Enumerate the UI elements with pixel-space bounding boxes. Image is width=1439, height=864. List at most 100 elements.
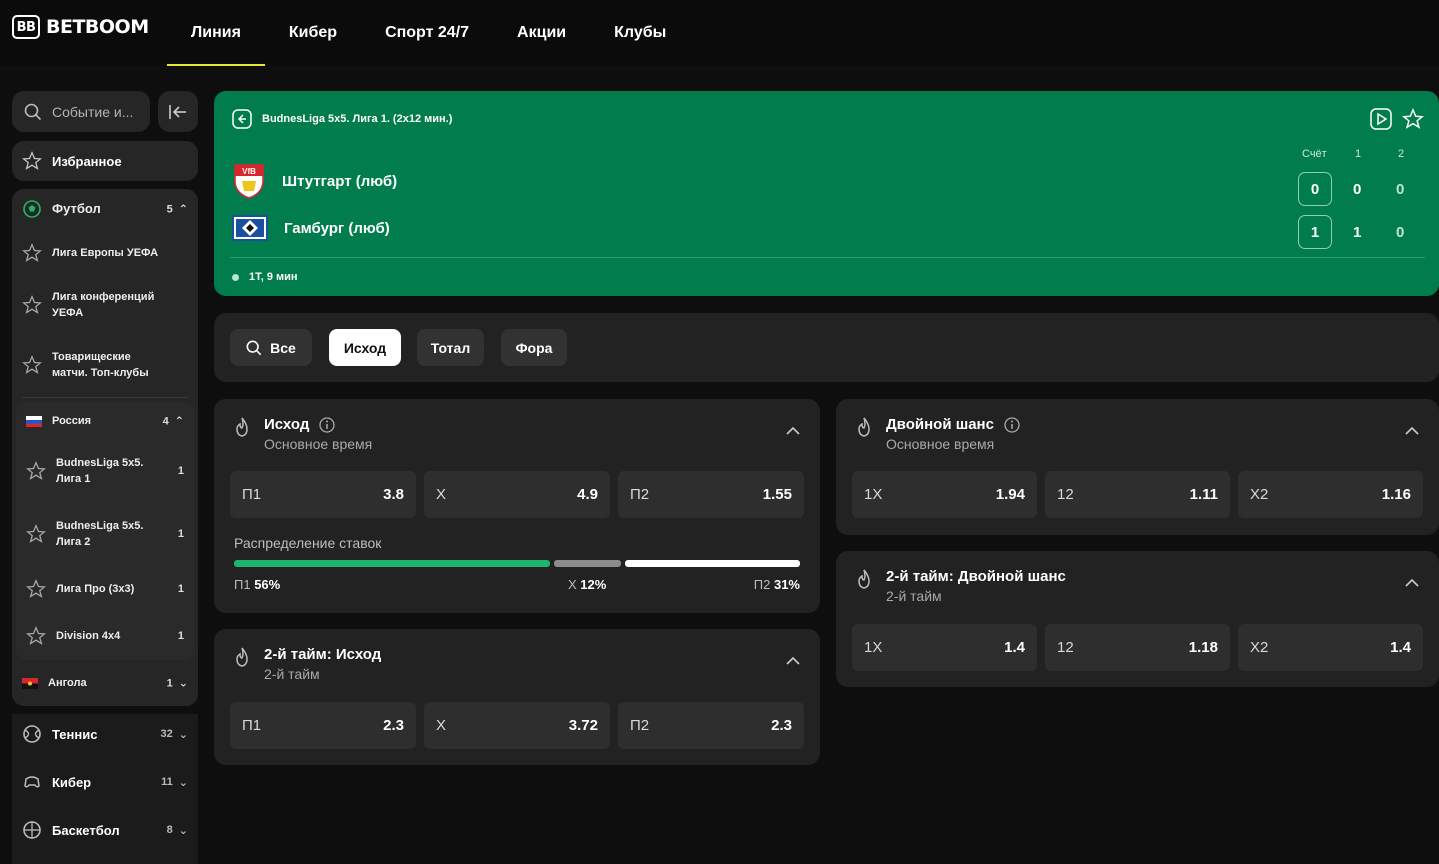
sidebar-item-friendlies[interactable]: Товарищеские матчи. Топ-клубы: [12, 333, 198, 397]
home-period2-score: 0: [1396, 181, 1405, 198]
odd-value: 1.18: [1188, 639, 1218, 656]
odd-name: 12: [1057, 486, 1074, 503]
market-filters: Все Исход Тотал Фора: [214, 313, 1439, 382]
brand-logo[interactable]: BB BETBOOM: [12, 15, 149, 39]
odd-p2[interactable]: П2 2.3: [618, 702, 804, 749]
play-icon[interactable]: [1370, 108, 1392, 130]
logo-mark: BB: [12, 15, 40, 39]
odd-x[interactable]: X 3.72: [424, 702, 610, 749]
odd-value: 3.72: [568, 717, 598, 734]
market-subtitle: 2-й тайм: [886, 588, 942, 604]
odd-12[interactable]: 12 1.11: [1045, 471, 1230, 518]
sidebar-item-budnes-1[interactable]: BudnesLiga 5x5. Лига 1 1: [16, 440, 194, 502]
fire-icon: [236, 417, 248, 437]
distribution-x: X 12%: [568, 577, 606, 592]
dist-pct: 56%: [254, 577, 281, 592]
odd-p2[interactable]: П2 1.55: [618, 471, 804, 518]
star-icon: [26, 524, 46, 543]
filter-handicap[interactable]: Фора: [501, 329, 567, 366]
market-subtitle: Основное время: [264, 436, 373, 452]
nav-item-sport247[interactable]: Спорт 24/7: [361, 0, 493, 66]
sidebar-item-division[interactable]: Division 4x4 1: [16, 612, 194, 660]
sidebar-item-label: Ангола: [48, 677, 87, 689]
filter-all[interactable]: Все: [230, 329, 312, 366]
odd-value: 4.9: [577, 486, 598, 503]
top-bar: BB BETBOOM Линия Кибер Спорт 24/7 Акции …: [0, 0, 1439, 66]
chevron-down-icon: ⌄: [178, 776, 188, 789]
nav-item-clubs[interactable]: Клубы: [590, 0, 690, 66]
filter-outcome[interactable]: Исход: [329, 329, 401, 366]
odd-x2[interactable]: X2 1.4: [1238, 624, 1423, 671]
chevron-up-icon[interactable]: [1405, 426, 1419, 436]
odd-x[interactable]: X 4.9: [424, 471, 610, 518]
sidebar-item-tennis[interactable]: Теннис 32 ⌄: [12, 710, 198, 758]
chevron-up-icon: ⌃: [174, 415, 184, 428]
russia-count: 4: [162, 415, 169, 427]
odd-x2[interactable]: X2 1.16: [1238, 471, 1423, 518]
match-status: 1Т, 9 мин: [232, 271, 298, 283]
odd-p1[interactable]: П1 2.3: [230, 702, 416, 749]
odd-name: 12: [1057, 639, 1074, 656]
main-nav: Линия Кибер Спорт 24/7 Акции Клубы: [167, 0, 690, 66]
odd-name: X: [436, 717, 447, 734]
angola-flag-icon: [22, 677, 38, 689]
star-icon: [22, 243, 42, 262]
odd-name: 1X: [864, 486, 883, 503]
odd-1x[interactable]: 1X 1.94: [852, 471, 1037, 518]
sidebar-item-label: BudnesLiga 5x5. Лига 2: [56, 520, 144, 548]
sidebar-item-label: Баскетбол: [52, 822, 120, 838]
sidebar-item-label: Лига Европы УЕФА: [52, 247, 159, 259]
match-card: BudnesLiga 5x5. Лига 1. (2х12 мин.) Счёт…: [214, 91, 1439, 296]
chevron-down-icon: ⌄: [178, 728, 188, 741]
odd-12[interactable]: 12 1.18: [1045, 624, 1230, 671]
gamepad-icon: [24, 776, 40, 788]
sidebar-item-basketball[interactable]: Баскетбол 8 ⌄: [12, 806, 198, 854]
hamburg-crest-icon: [232, 215, 268, 241]
odd-1x[interactable]: 1X 1.4: [852, 624, 1037, 671]
sidebar-item-conference[interactable]: Лига конференций УЕФА: [12, 277, 198, 333]
item-count: 1: [177, 528, 184, 540]
period1-header: 1: [1355, 148, 1362, 160]
sidebar: Событие и... Избранное Футбол 5 ⌃ Лига Ев…: [12, 91, 198, 854]
market-outcome: Исход Основное время П1 3.8 X 4.9 П2 1.55 Р…: [214, 399, 820, 613]
sidebar-item-label: Лига конференций УЕФА: [52, 291, 155, 319]
star-icon: [22, 151, 42, 170]
sidebar-item-cyber[interactable]: Кибер 11 ⌄: [12, 758, 198, 806]
info-icon[interactable]: [319, 416, 336, 433]
item-count: 1: [177, 465, 184, 477]
odd-name: X: [436, 486, 447, 503]
favorites-item[interactable]: Избранное: [12, 141, 198, 181]
search-input[interactable]: Событие и...: [12, 91, 150, 132]
sidebar-item-football[interactable]: Футбол 5 ⌃: [12, 189, 198, 229]
cyber-count: 11: [161, 776, 173, 788]
distribution-segment-x: [553, 560, 622, 567]
svg-text:VfB: VfB: [242, 167, 256, 176]
sidebar-item-liga-pro[interactable]: Лига Про (3х3) 1: [16, 566, 194, 612]
filter-total[interactable]: Тотал: [417, 329, 484, 366]
home-period1-score: 0: [1353, 181, 1362, 198]
favorites-label: Избранное: [52, 153, 122, 169]
nav-item-promo[interactable]: Акции: [493, 0, 590, 66]
odd-value: 1.94: [995, 486, 1025, 503]
market-subtitle: Основное время: [886, 436, 995, 452]
sidebar-item-budnes-2[interactable]: BudnesLiga 5x5. Лига 2 1: [16, 502, 194, 566]
star-icon[interactable]: [1402, 108, 1424, 130]
back-icon[interactable]: [232, 109, 252, 129]
period2-header: 2: [1398, 148, 1405, 160]
info-icon[interactable]: [1004, 416, 1020, 433]
sidebar-item-europa[interactable]: Лига Европы УЕФА: [12, 229, 198, 277]
sidebar-item-angola[interactable]: Ангола 1 ⌄: [12, 660, 198, 706]
chevron-up-icon[interactable]: [1405, 578, 1419, 588]
sidebar-item-label: Division 4x4: [56, 630, 121, 642]
nav-item-cyber[interactable]: Кибер: [265, 0, 361, 66]
chevron-up-icon[interactable]: [786, 426, 800, 436]
star-icon: [22, 355, 42, 374]
nav-item-line[interactable]: Линия: [167, 0, 265, 66]
sidebar-item-russia[interactable]: Россия 4 ⌃: [16, 402, 194, 440]
odd-name: П2: [630, 486, 650, 503]
odd-p1[interactable]: П1 3.8: [230, 471, 416, 518]
tennis-count: 32: [160, 728, 173, 740]
collapse-sidebar-button[interactable]: [158, 91, 198, 132]
market-title: Двойной шанс: [886, 416, 994, 433]
chevron-up-icon[interactable]: [786, 656, 800, 666]
